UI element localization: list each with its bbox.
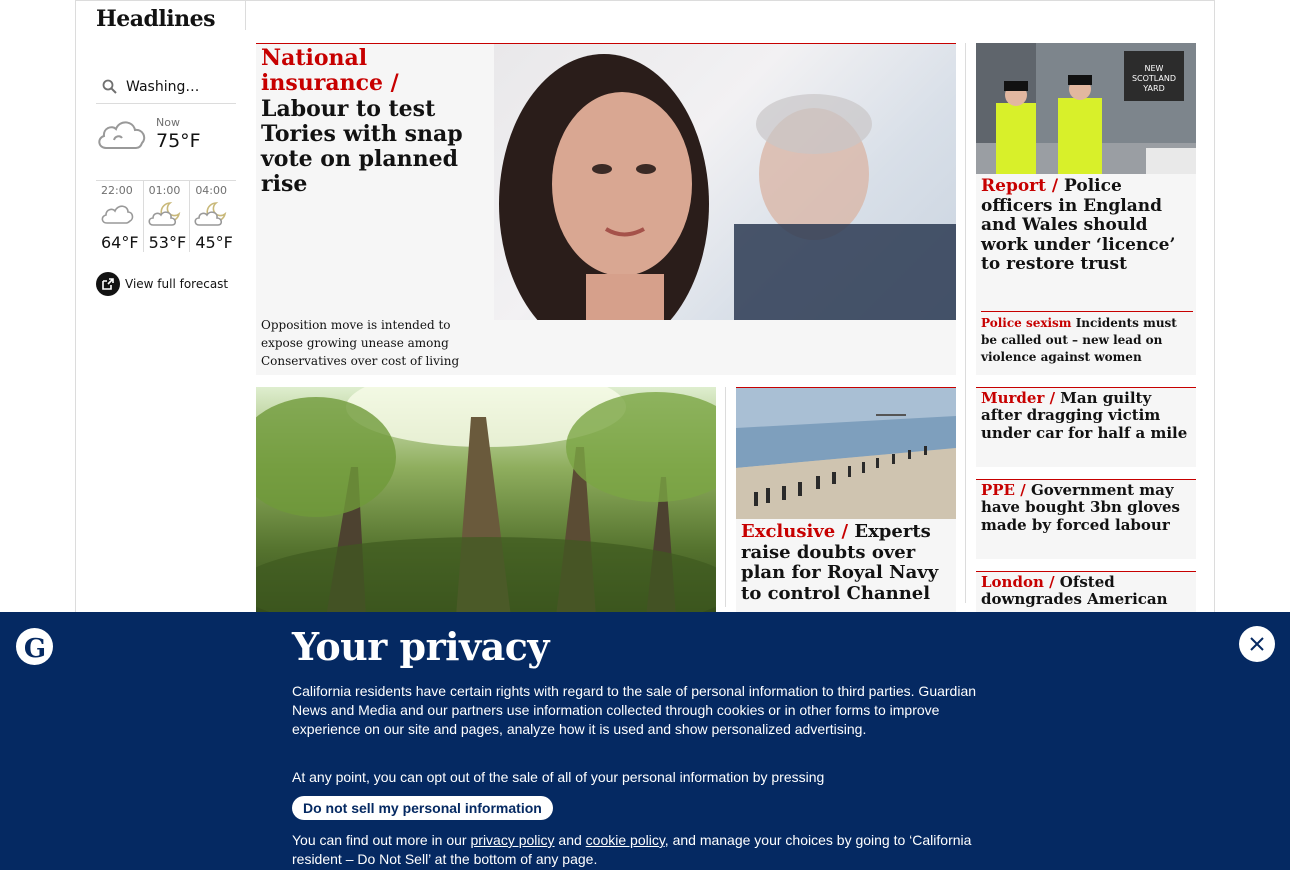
forecast-time: 01:00 [148, 184, 181, 197]
column-divider [965, 43, 966, 603]
forest-image[interactable] [256, 387, 716, 617]
sublink-kicker: Police sexism [981, 316, 1072, 330]
beach-story-kicker: Exclusive / [741, 521, 849, 542]
feature-image [494, 44, 956, 320]
column-divider [245, 0, 246, 30]
privacy-paragraph: At any point, you can opt out of the sal… [292, 769, 825, 785]
full-forecast-label: View full forecast [125, 277, 229, 291]
cloud-icon [98, 121, 146, 149]
small-story-card[interactable]: PPE / Government may have bought 3bn glo… [976, 479, 1196, 559]
beach-story-headline[interactable]: Exclusive / Experts raise doubts over pl… [741, 521, 953, 605]
forecast-row: 22:00 64°F 01:00 53°F 04:00 45°F [96, 180, 236, 252]
column-divider [725, 387, 726, 607]
svg-text:SCOTLAND: SCOTLAND [1132, 74, 1176, 83]
svg-text:NEW: NEW [1145, 64, 1164, 73]
small-story-headline: PPE / Government may have bought 3bn glo… [976, 480, 1196, 536]
police-image: NEW SCOTLAND YARD [976, 43, 1196, 174]
feature-headline-text: Labour to test Tories with snap vote on … [261, 95, 463, 198]
partly-cloudy-night-icon [194, 202, 227, 226]
small-story-headline: Murder / Man guilty after dragging victi… [976, 388, 1196, 444]
svg-text:G: G [23, 634, 45, 662]
do-not-sell-button[interactable]: Do not sell my personal information [292, 796, 553, 820]
now-temperature: 75°F [156, 130, 201, 152]
forecast-item: 01:00 53°F [142, 181, 190, 252]
weather-location: Washing… [126, 78, 200, 95]
privacy-banner: G Your privacy California residents have… [0, 612, 1290, 870]
svg-text:YARD: YARD [1142, 84, 1164, 93]
top-rule [76, 0, 1214, 1]
small-story-kicker: PPE / [981, 481, 1026, 499]
privacy-paragraph: You can find out more in our privacy pol… [292, 831, 997, 869]
feature-kicker: National insurance / [261, 45, 399, 97]
forecast-temp: 64°F [101, 233, 139, 252]
sublink[interactable]: Police sexism Incidents must be called o… [981, 311, 1193, 365]
forecast-item: 04:00 45°F [189, 181, 236, 252]
side-story-kicker: Report / [981, 176, 1059, 196]
close-button[interactable] [1239, 626, 1275, 662]
feature-standfirst: Opposition move is intended to expose gr… [261, 318, 460, 368]
beach-image [736, 388, 956, 519]
cookie-policy-link[interactable]: cookie policy [586, 832, 665, 848]
small-story-kicker: Murder / [981, 389, 1056, 407]
side-story-headline[interactable]: Report / Police officers in England and … [981, 176, 1193, 275]
guardian-logo-icon: G [16, 628, 53, 665]
privacy-paragraph: California residents have certain rights… [292, 683, 977, 737]
privacy-policy-link[interactable]: privacy policy [471, 832, 555, 848]
current-weather: Now 75°F [96, 114, 236, 176]
privacy-title: Your privacy [292, 624, 550, 669]
feature-headline[interactable]: National insurance / Labour to test Tori… [261, 45, 493, 198]
forecast-temp: 53°F [148, 233, 187, 252]
forecast-time: 22:00 [101, 184, 133, 197]
cloud-night-icon [101, 205, 134, 224]
small-story-headline: London / Ofsted downgrades American [976, 572, 1196, 611]
beach-story-card[interactable]: Exclusive / Experts raise doubts over pl… [736, 387, 956, 627]
feature-story-card[interactable]: National insurance / Labour to test Tori… [256, 43, 956, 375]
text-span: You can find out more in our [292, 832, 471, 848]
small-story-kicker: London / [981, 573, 1055, 591]
weather-location-search[interactable]: Washing… [96, 70, 236, 104]
partly-cloudy-night-icon [148, 202, 180, 226]
forecast-temp: 45°F [195, 233, 233, 252]
close-icon [1250, 637, 1264, 651]
external-link-icon [96, 272, 120, 296]
forecast-item: 22:00 64°F [96, 181, 143, 252]
forecast-time: 04:00 [195, 184, 228, 197]
side-story-card[interactable]: NEW SCOTLAND YARD Report / Police office… [976, 43, 1196, 375]
search-icon [102, 79, 117, 94]
view-full-forecast-link[interactable]: View full forecast [96, 272, 228, 296]
small-story-card[interactable]: Murder / Man guilty after dragging victi… [976, 387, 1196, 467]
text-span: and [554, 832, 586, 848]
section-title: Headlines [96, 6, 216, 32]
now-label: Now [156, 116, 180, 129]
